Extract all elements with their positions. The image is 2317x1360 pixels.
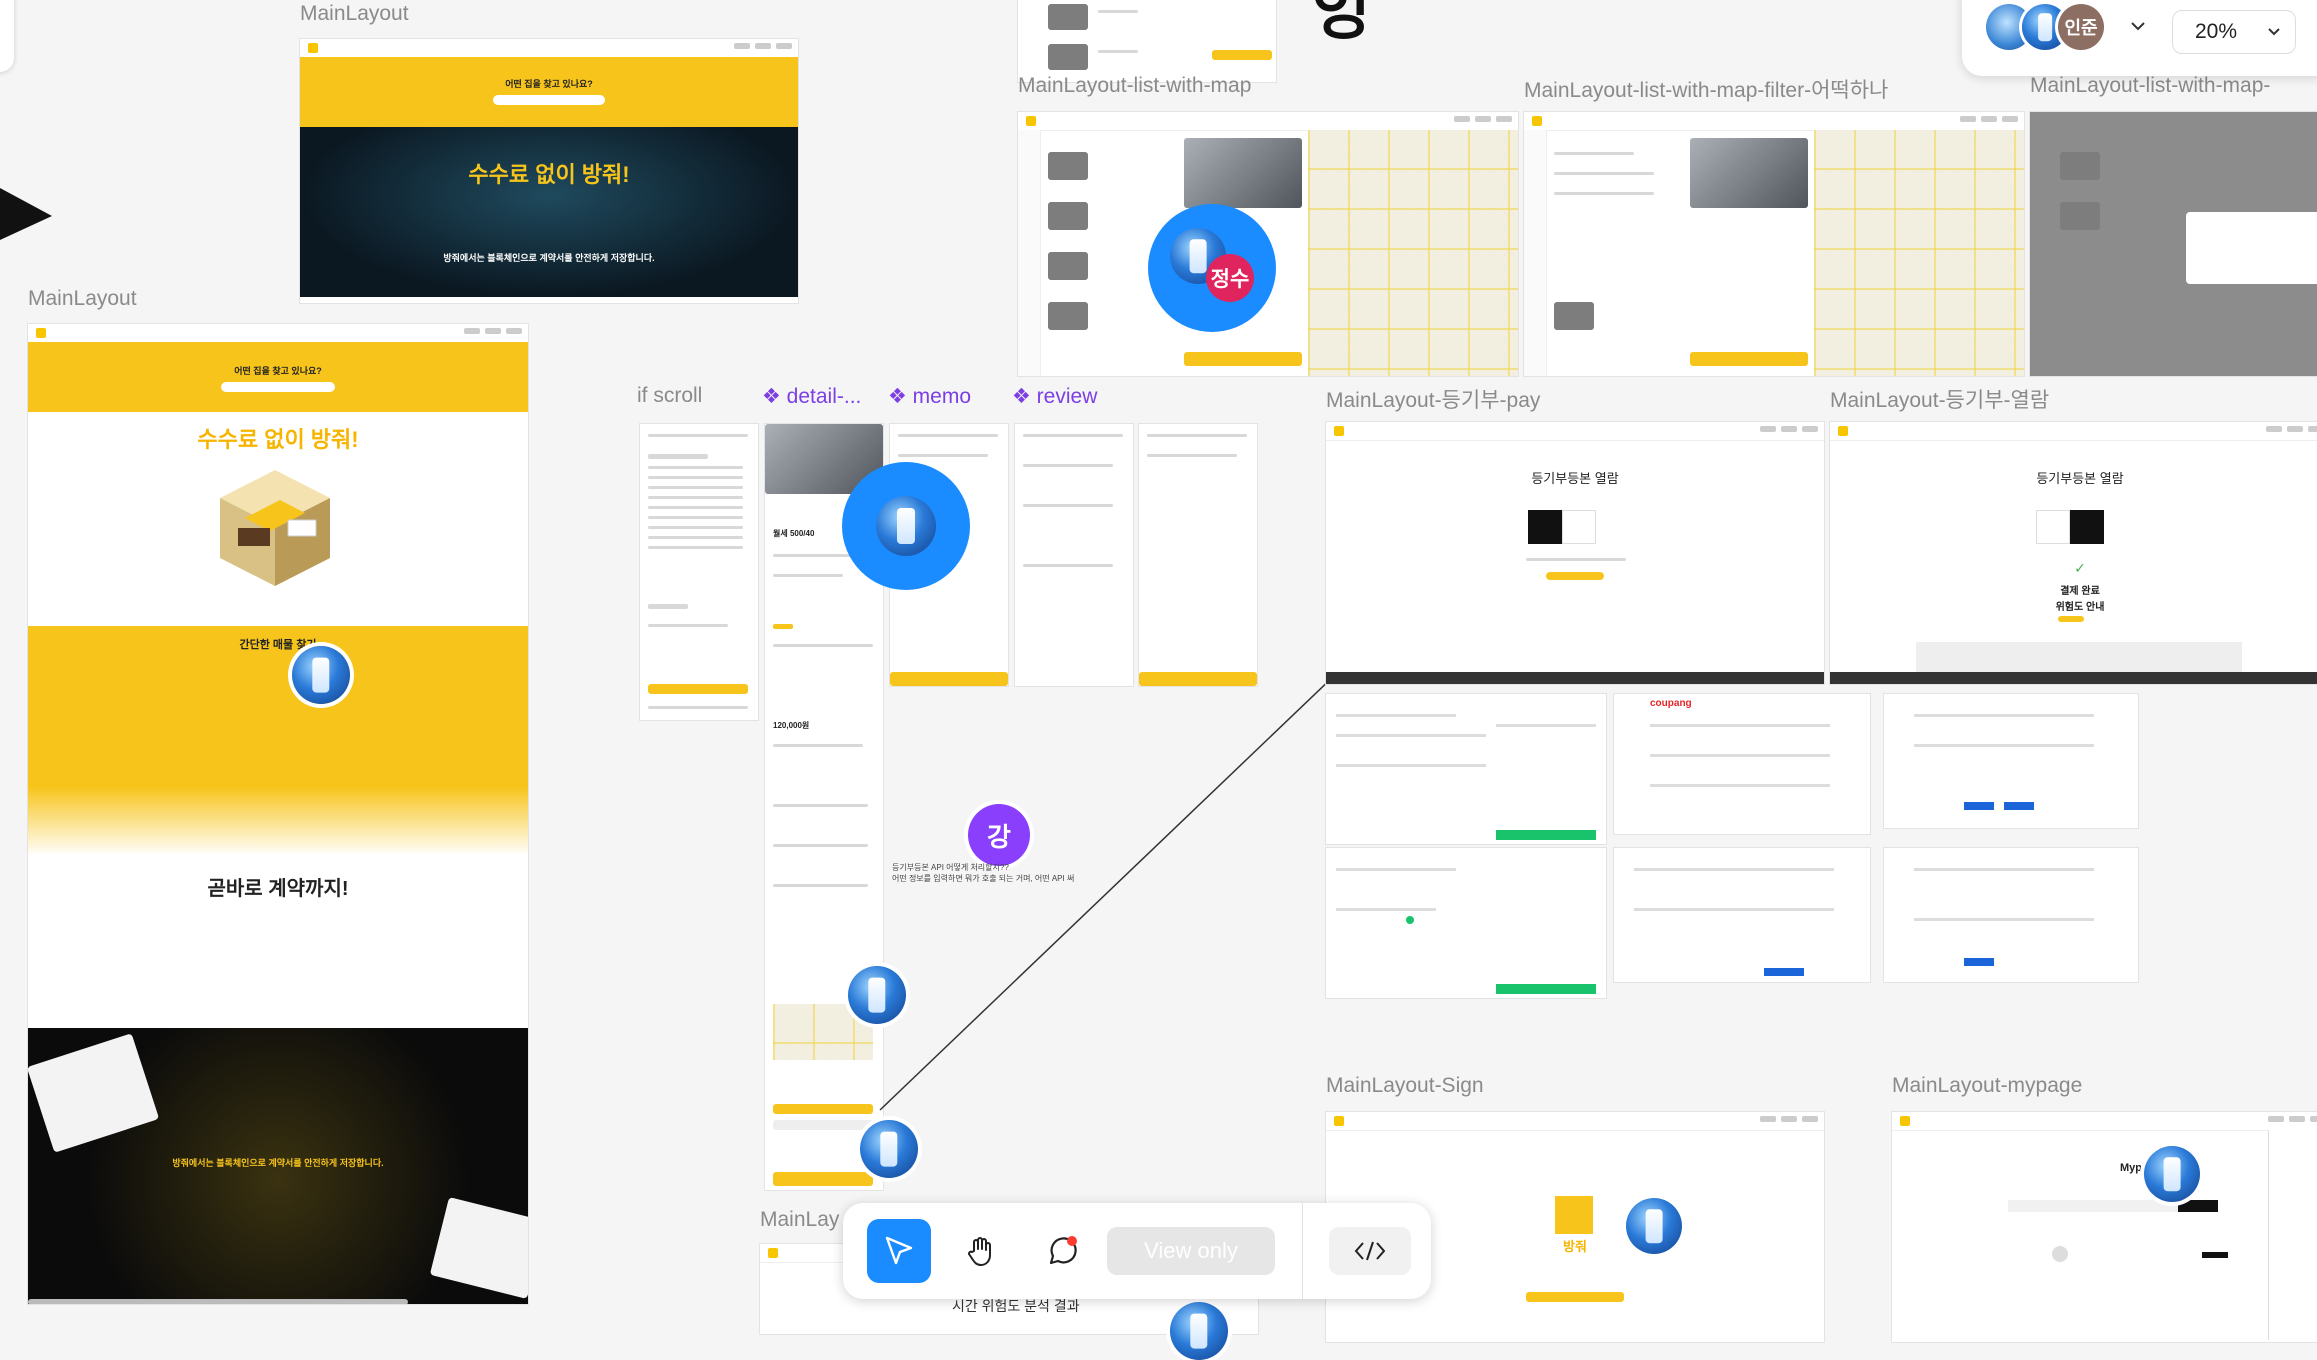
zoom-level: 20%	[2195, 20, 2238, 43]
screenshot-bank-2[interactable]	[1884, 848, 2138, 982]
mock-map	[1308, 130, 1518, 376]
screenshot-bank-1[interactable]	[1884, 694, 2138, 828]
mock-navbar	[1018, 112, 1518, 131]
presence-zoom-panel: 인준 20%	[1962, 0, 2317, 76]
bottom-toolbar: View only	[843, 1203, 1431, 1299]
dev-mode-button[interactable]	[1329, 1227, 1411, 1275]
zoom-dropdown[interactable]: 20%	[2172, 10, 2296, 54]
collaborator-avatar[interactable]	[1626, 1198, 1682, 1254]
frame-list-with-map-filter[interactable]	[1524, 112, 2024, 376]
mock-registry-title: 등기부등본 열람	[2036, 471, 2124, 486]
mock-map	[1814, 130, 2024, 376]
mock-analysis-text: 시간 위험도 분석 결과	[952, 1298, 1080, 1314]
frame-registry-pay[interactable]: 등기부등본 열람	[1326, 422, 1824, 684]
mock-navbar	[1524, 112, 2024, 131]
room-photo	[1690, 138, 1808, 208]
frame-label-mypage[interactable]: MainLayout-mypage	[1892, 1074, 2082, 1098]
frame-label-sign[interactable]: MainLayout-Sign	[1326, 1074, 1484, 1098]
chevron-down-icon[interactable]	[2130, 20, 2146, 32]
mock-registry-title: 등기부등본 열람	[1531, 471, 1619, 486]
collaborator-avatar[interactable]	[2144, 1146, 2200, 1202]
mock-navbar	[1830, 422, 2317, 441]
hand-icon	[968, 1237, 991, 1266]
chevron-down-icon	[2268, 28, 2280, 36]
top-fragment-text: 엉	[1312, 0, 1371, 47]
frame-label-mainlay-bottom[interactable]: MainLay	[760, 1208, 839, 1232]
hand-tool-button[interactable]	[949, 1219, 1013, 1283]
screenshot-coupang-2[interactable]	[1614, 848, 1870, 982]
frame-list-with-map-cut[interactable]	[2030, 112, 2317, 376]
frame-mypage[interactable]: Myp	[1892, 1112, 2317, 1342]
mock-navbar	[1326, 422, 1824, 441]
frame-label-list-with-map[interactable]: MainLayout-list-with-map	[1018, 74, 1251, 98]
frame-label-registry-view[interactable]: MainLayout-등기부-열람	[1830, 384, 2049, 414]
mock-registry-done: 결제 완료	[2060, 586, 2100, 597]
mock-navbar	[1326, 1112, 1824, 1131]
check-icon: ✓	[2074, 560, 2086, 576]
screenshot-payment-1[interactable]	[1326, 694, 1606, 844]
collaborator-avatar[interactable]	[1170, 1302, 1228, 1360]
frame-label-registry-pay[interactable]: MainLayout-등기부-pay	[1326, 384, 1540, 414]
comment-tool-button[interactable]	[1031, 1219, 1095, 1283]
frame-list-partial[interactable]	[1018, 0, 1276, 82]
frame-registry-view[interactable]: 등기부등본 열람 ✓ 결제 완료 위험도 안내	[1830, 422, 2317, 684]
screenshot-payment-2[interactable]	[1326, 848, 1606, 998]
move-tool-button[interactable]	[867, 1219, 931, 1283]
room-photo	[1184, 138, 1302, 208]
code-icon	[1354, 1241, 1386, 1261]
view-only-button[interactable]: View only	[1107, 1227, 1275, 1275]
pointer-icon	[885, 1236, 913, 1265]
collaborator-chip-jeongsu[interactable]: 정수	[1206, 254, 1254, 302]
screenshot-coupang[interactable]: coupang	[1614, 694, 1870, 834]
mock-mypage-title: Myp	[2120, 1162, 2142, 1174]
mock-registry-risk: 위험도 안내	[2055, 602, 2105, 613]
toolbar-divider	[1302, 1203, 1303, 1299]
collaborator-cursor-bubble: 정수	[1148, 204, 1276, 332]
mock-navbar	[1892, 1112, 2317, 1131]
collaborator-chip-injun[interactable]: 인준	[2058, 4, 2104, 50]
frame-label-list-with-map-cut[interactable]: MainLayout-list-with-map-	[2030, 74, 2270, 98]
comment-icon	[1049, 1236, 1077, 1265]
brand-logo	[1555, 1196, 1593, 1234]
frame-label-list-with-map-filter[interactable]: MainLayout-list-with-map-filter-어떡하나	[1524, 74, 1888, 104]
coupang-logo: coupang	[1650, 698, 1692, 709]
